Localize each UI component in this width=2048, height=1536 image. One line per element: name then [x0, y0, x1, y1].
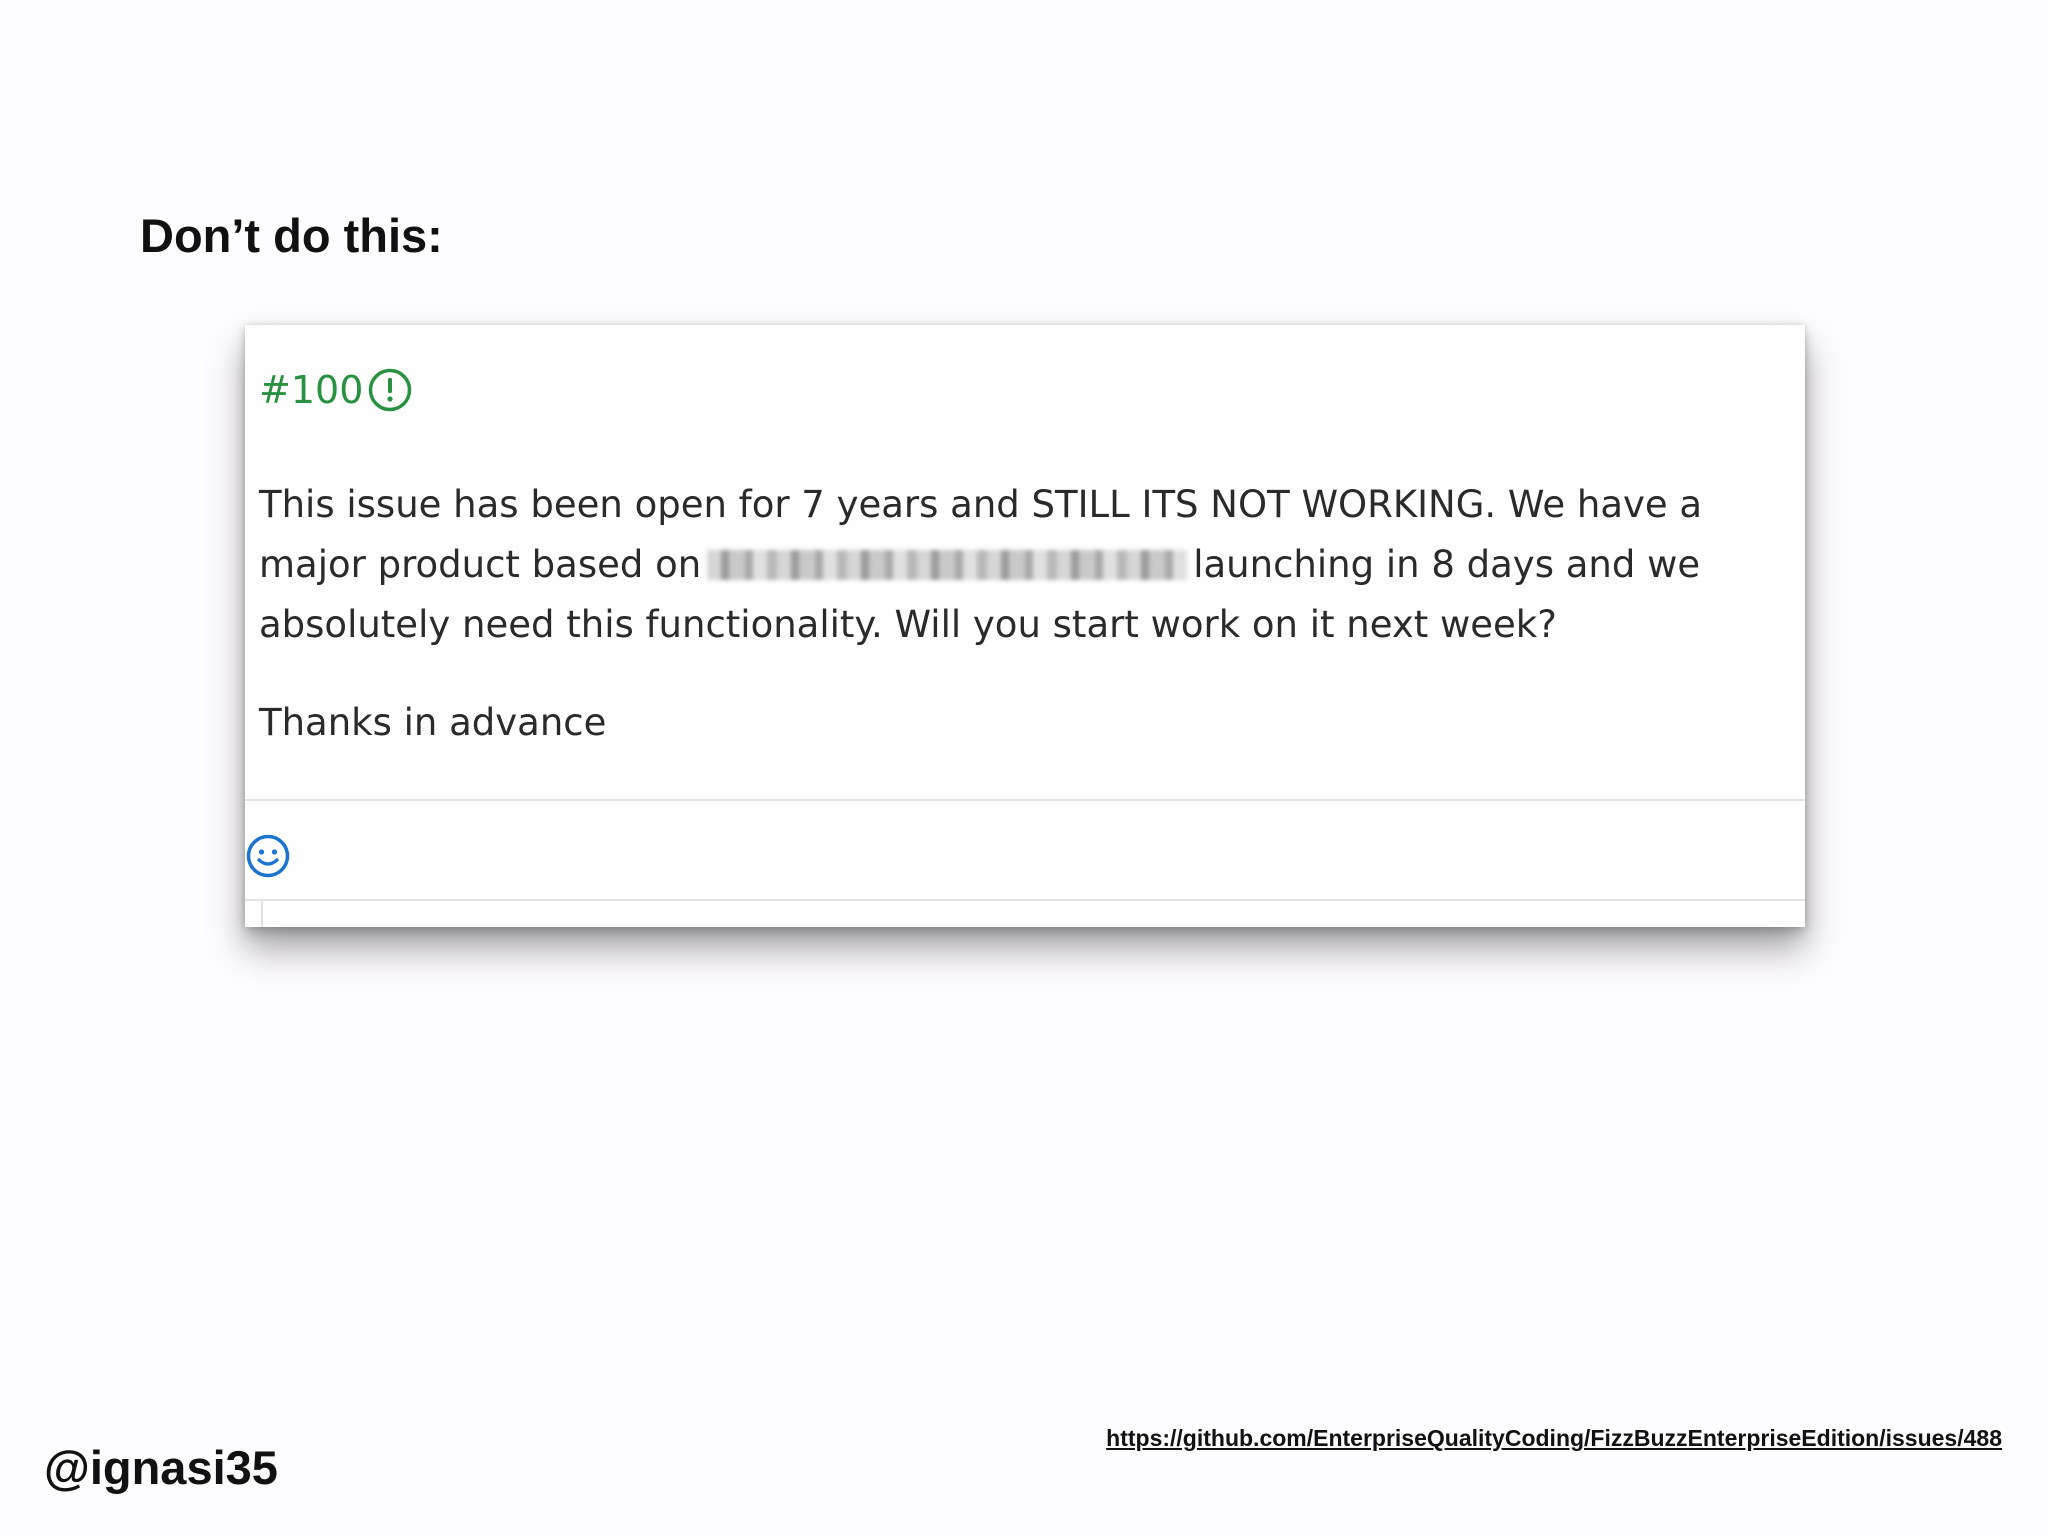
- redacted-product-name: [707, 550, 1188, 580]
- source-link[interactable]: https://github.com/EnterpriseQualityCodi…: [1106, 1425, 2002, 1452]
- comment-line-1: This issue has been open for 7 years and…: [259, 483, 1703, 526]
- issue-header: #100: [259, 367, 413, 413]
- issue-open-icon: [369, 368, 412, 412]
- smiley-icon[interactable]: [245, 833, 291, 879]
- comment-line-2-start: major product based on: [259, 543, 702, 586]
- comment-line-3: absolutely need this functionality. Will…: [259, 603, 1557, 646]
- comment-line-2-end: launching in 8 days and we: [1193, 543, 1701, 586]
- issue-number[interactable]: #100: [259, 368, 363, 412]
- comment-closing: Thanks in advance: [259, 701, 607, 744]
- divider: [245, 799, 1805, 801]
- author-handle: @ignasi35: [44, 1441, 278, 1494]
- divider: [245, 899, 1805, 901]
- comment-line-2: major product based on launching in 8 day…: [259, 535, 1759, 595]
- comment-body: This issue has been open for 7 years and…: [259, 475, 1759, 655]
- edge-line: [261, 901, 263, 927]
- slide-heading: Don’t do this:: [140, 209, 443, 262]
- issue-comment-card: #100 This issue has been open for 7 year…: [245, 325, 1805, 927]
